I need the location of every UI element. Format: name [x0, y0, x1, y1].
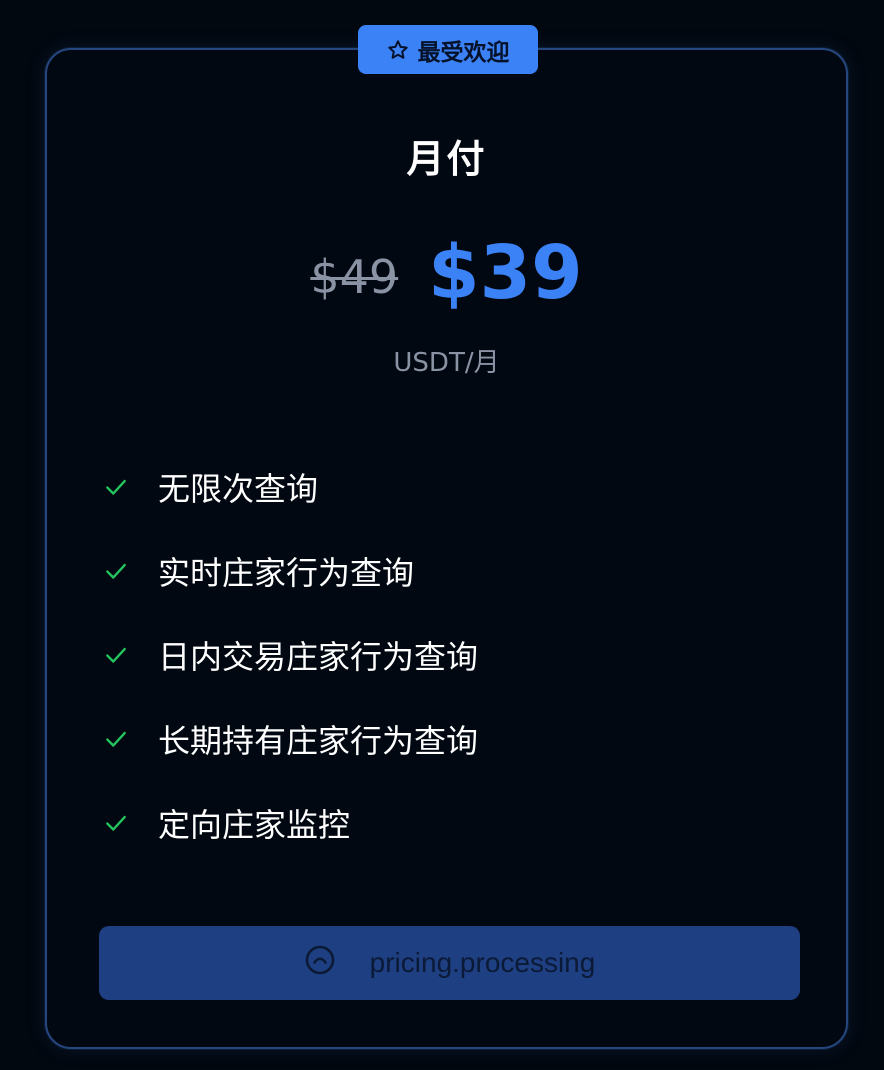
feature-label: 日内交易庄家行为查询	[158, 638, 479, 676]
check-icon	[102, 641, 130, 669]
check-icon	[102, 473, 130, 501]
badge-label: 最受欢迎	[417, 39, 510, 66]
most-popular-badge: 最受欢迎	[358, 25, 538, 74]
feature-label: 长期持有庄家行为查询	[158, 722, 479, 760]
feature-label: 无限次查询	[158, 470, 319, 508]
feature-list: 无限次查询 实时庄家行为查询 日内交易庄家行为查询 长期持有庄家行为查询 定向庄…	[102, 445, 478, 865]
price-row: $49 $39	[47, 228, 846, 318]
feature-item: 无限次查询	[102, 445, 478, 529]
original-price: $49	[310, 250, 399, 304]
feature-label: 定向庄家监控	[158, 806, 351, 844]
loading-spinner-icon	[304, 944, 336, 983]
price-unit: USDT/月	[393, 348, 500, 378]
current-price: $39	[428, 230, 583, 316]
subscribe-button[interactable]: pricing.processing	[99, 926, 800, 1000]
pricing-card: 月付 $49 $39 USDT/月 无限次查询 实时庄家行为查询 日内交易庄家行…	[45, 48, 848, 1049]
star-icon	[387, 39, 409, 61]
check-icon	[102, 557, 130, 585]
feature-item: 定向庄家监控	[102, 781, 478, 865]
check-icon	[102, 809, 130, 837]
feature-item: 实时庄家行为查询	[102, 529, 478, 613]
feature-item: 日内交易庄家行为查询	[102, 613, 478, 697]
check-icon	[102, 725, 130, 753]
feature-item: 长期持有庄家行为查询	[102, 697, 478, 781]
plan-title: 月付	[406, 137, 487, 181]
feature-label: 实时庄家行为查询	[158, 554, 415, 592]
subscribe-button-label: pricing.processing	[369, 947, 596, 978]
